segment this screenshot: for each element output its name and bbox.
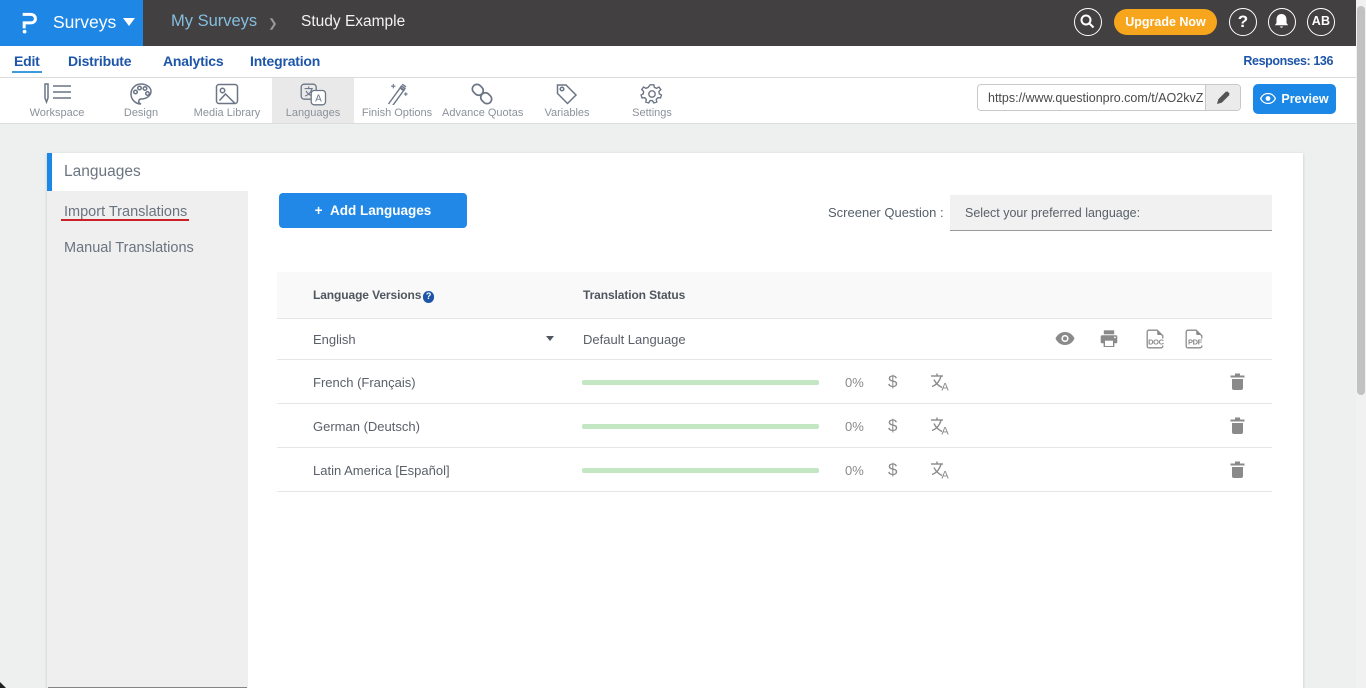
svg-text:A: A — [315, 94, 322, 105]
svg-text:PDF: PDF — [1188, 338, 1203, 347]
svg-text:A: A — [941, 470, 949, 480]
svg-text:A: A — [941, 426, 949, 436]
svg-text:DOC: DOC — [1148, 338, 1164, 347]
svg-text:A: A — [941, 382, 949, 392]
